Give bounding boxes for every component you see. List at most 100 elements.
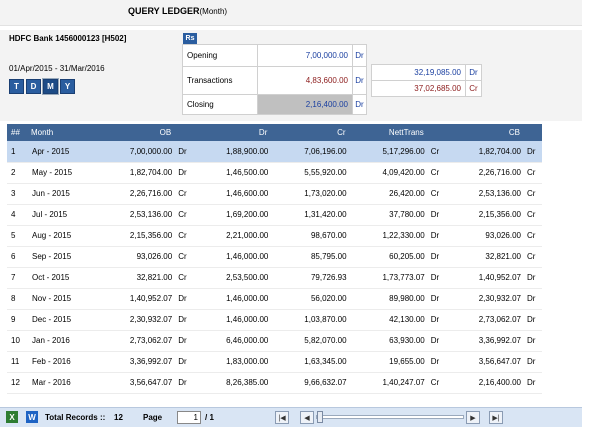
- date-range: 01/Apr/2015 - 31/Mar/2016: [9, 64, 105, 73]
- row-dr: 1,46,000.00: [193, 246, 272, 268]
- row-dr: 1,83,000.00: [193, 351, 272, 373]
- row-dr: 1,46,600.00: [193, 183, 272, 205]
- row-cb: 2,16,400.00: [445, 372, 524, 394]
- row-cr: 1,31,420.00: [271, 204, 350, 226]
- period-year-button[interactable]: Y: [60, 79, 75, 94]
- page-title: QUERY LEDGER(Month): [128, 6, 228, 16]
- col-header-cr[interactable]: Cr: [271, 124, 350, 141]
- row-month: Aug - 2015: [27, 225, 97, 247]
- table-row[interactable]: 8 Nov - 2015 1,40,952.07 Dr 1,46,000.00 56,02…: [7, 288, 542, 310]
- row-nett: 26,420.00: [349, 183, 428, 205]
- row-ob: 7,00,000.00: [97, 141, 176, 163]
- row-cr: 56,020.00: [271, 288, 350, 310]
- col-header-cb[interactable]: CB: [445, 124, 524, 141]
- row-ob: 32,821.00: [97, 267, 176, 289]
- row-cb: 2,30,932.07: [445, 288, 524, 310]
- row-ob-dc: Dr: [175, 372, 194, 394]
- col-header-dr[interactable]: Dr: [193, 124, 272, 141]
- row-cb-dc: Cr: [524, 183, 542, 205]
- row-cr: 1,03,870.00: [271, 309, 350, 331]
- row-cb: 1,82,704.00: [445, 141, 524, 163]
- page-label: Page: [143, 413, 163, 422]
- period-today-button[interactable]: T: [9, 79, 24, 94]
- transactions-value: 4,83,600.00: [257, 66, 353, 95]
- row-dr: 1,46,500.00: [193, 162, 272, 184]
- row-ob-dc: Cr: [175, 246, 194, 268]
- row-nett: 1,40,247.07: [349, 372, 428, 394]
- last-page-button[interactable]: ▶|: [489, 411, 503, 424]
- row-cb: 32,821.00: [445, 246, 524, 268]
- page-slider-thumb[interactable]: [317, 411, 323, 423]
- table-row[interactable]: 6 Sep - 2015 93,026.00 Cr 1,46,000.00 85,795.…: [7, 246, 542, 268]
- excel-export-icon[interactable]: X: [6, 411, 18, 423]
- table-row[interactable]: 9 Dec - 2015 2,30,932.07 Dr 1,46,000.00 1,03,…: [7, 309, 542, 331]
- row-number: 10: [7, 330, 27, 352]
- col-header-ob[interactable]: OB: [97, 124, 176, 141]
- row-nett-dc: Dr: [427, 351, 446, 373]
- row-cb-dc: Dr: [524, 372, 542, 394]
- next-page-button[interactable]: ▶: [466, 411, 480, 424]
- table-row[interactable]: 5 Aug - 2015 2,15,356.00 Cr 2,21,000.00 98,67…: [7, 225, 542, 247]
- table-row[interactable]: 1 Apr - 2015 7,00,000.00 Dr 1,88,900.00 7,06,…: [7, 141, 542, 163]
- row-ob: 2,26,716.00: [97, 183, 176, 205]
- transactions-debit-row: 32,19,085.00 Dr: [371, 64, 482, 81]
- table-row[interactable]: 12 Mar - 2016 3,56,647.07 Dr 8,26,385.00 9,66…: [7, 372, 542, 394]
- row-number: 3: [7, 183, 27, 205]
- summary-row-opening: Opening 7,00,000.00 Dr: [182, 44, 367, 67]
- first-page-button[interactable]: |◀: [275, 411, 289, 424]
- col-header-nett[interactable]: NettTrans: [349, 124, 428, 141]
- row-ob-dc: Dr: [175, 141, 194, 163]
- row-nett: 89,980.00: [349, 288, 428, 310]
- row-ob-dc: Cr: [175, 225, 194, 247]
- row-cr: 5,55,920.00: [271, 162, 350, 184]
- currency-badge: Rs: [183, 33, 197, 44]
- row-month: Nov - 2015: [27, 288, 97, 310]
- row-ob-dc: Cr: [175, 267, 194, 289]
- row-nett-dc: Cr: [427, 162, 446, 184]
- grid-body: 1 Apr - 2015 7,00,000.00 Dr 1,88,900.00 7,06,…: [7, 141, 542, 394]
- table-row[interactable]: 3 Jun - 2015 2,26,716.00 Cr 1,46,600.00 1,73,…: [7, 183, 542, 205]
- total-records-count: 12: [114, 413, 123, 422]
- account-name: HDFC Bank 1456000123 [H502]: [9, 34, 127, 43]
- row-number: 5: [7, 225, 27, 247]
- row-month: Oct - 2015: [27, 267, 97, 289]
- row-number: 8: [7, 288, 27, 310]
- table-row[interactable]: 11 Feb - 2016 3,36,992.07 Dr 1,83,000.00 1,63…: [7, 351, 542, 373]
- row-cb: 2,15,356.00: [445, 204, 524, 226]
- table-row[interactable]: 2 May - 2015 1,82,704.00 Dr 1,46,500.00 5,55,…: [7, 162, 542, 184]
- row-ob: 2,73,062.07: [97, 330, 176, 352]
- col-header-no[interactable]: ##: [7, 124, 27, 141]
- closing-value: 2,16,400.00: [257, 94, 353, 115]
- row-nett-dc: Cr: [427, 372, 446, 394]
- table-row[interactable]: 7 Oct - 2015 32,821.00 Cr 2,53,500.00 79,726.…: [7, 267, 542, 289]
- row-ob: 1,40,952.07: [97, 288, 176, 310]
- prev-page-button[interactable]: ◀: [300, 411, 314, 424]
- word-export-icon[interactable]: W: [26, 411, 38, 423]
- period-day-button[interactable]: D: [26, 79, 41, 94]
- row-cr: 9,66,632.07: [271, 372, 350, 394]
- row-cr: 7,06,196.00: [271, 141, 350, 163]
- col-header-month[interactable]: Month: [27, 124, 97, 141]
- table-row[interactable]: 4 Jul - 2015 2,53,136.00 Cr 1,69,200.00 1,31,…: [7, 204, 542, 226]
- row-nett-dc: Dr: [427, 225, 446, 247]
- row-month: Jun - 2015: [27, 183, 97, 205]
- summary-table: Opening 7,00,000.00 Dr Transactions 4,83…: [182, 44, 367, 115]
- row-month: May - 2015: [27, 162, 97, 184]
- row-dr: 1,46,000.00: [193, 309, 272, 331]
- page-number-input[interactable]: [177, 411, 201, 424]
- row-cb: 3,36,992.07: [445, 330, 524, 352]
- row-cb: 2,73,062.07: [445, 309, 524, 331]
- summary-row-closing: Closing 2,16,400.00 Dr: [182, 94, 367, 115]
- row-number: 9: [7, 309, 27, 331]
- page-slider-track[interactable]: [316, 415, 464, 419]
- row-cb-dc: Cr: [524, 225, 542, 247]
- grid-header-row: ## Month OB Dr Cr NettTrans CB: [7, 124, 542, 141]
- row-nett: 1,73,773.07: [349, 267, 428, 289]
- period-month-button[interactable]: M: [42, 78, 59, 95]
- table-row[interactable]: 10 Jan - 2016 2,73,062.07 Dr 6,46,000.00 5,82…: [7, 330, 542, 352]
- grid-footer: X W Total Records :: 12 Page / 1 |◀ ◀ ▶ …: [0, 407, 582, 427]
- row-nett-dc: Dr: [427, 267, 446, 289]
- row-nett-dc: Cr: [427, 183, 446, 205]
- row-nett: 63,930.00: [349, 330, 428, 352]
- row-cb-dc: Cr: [524, 246, 542, 268]
